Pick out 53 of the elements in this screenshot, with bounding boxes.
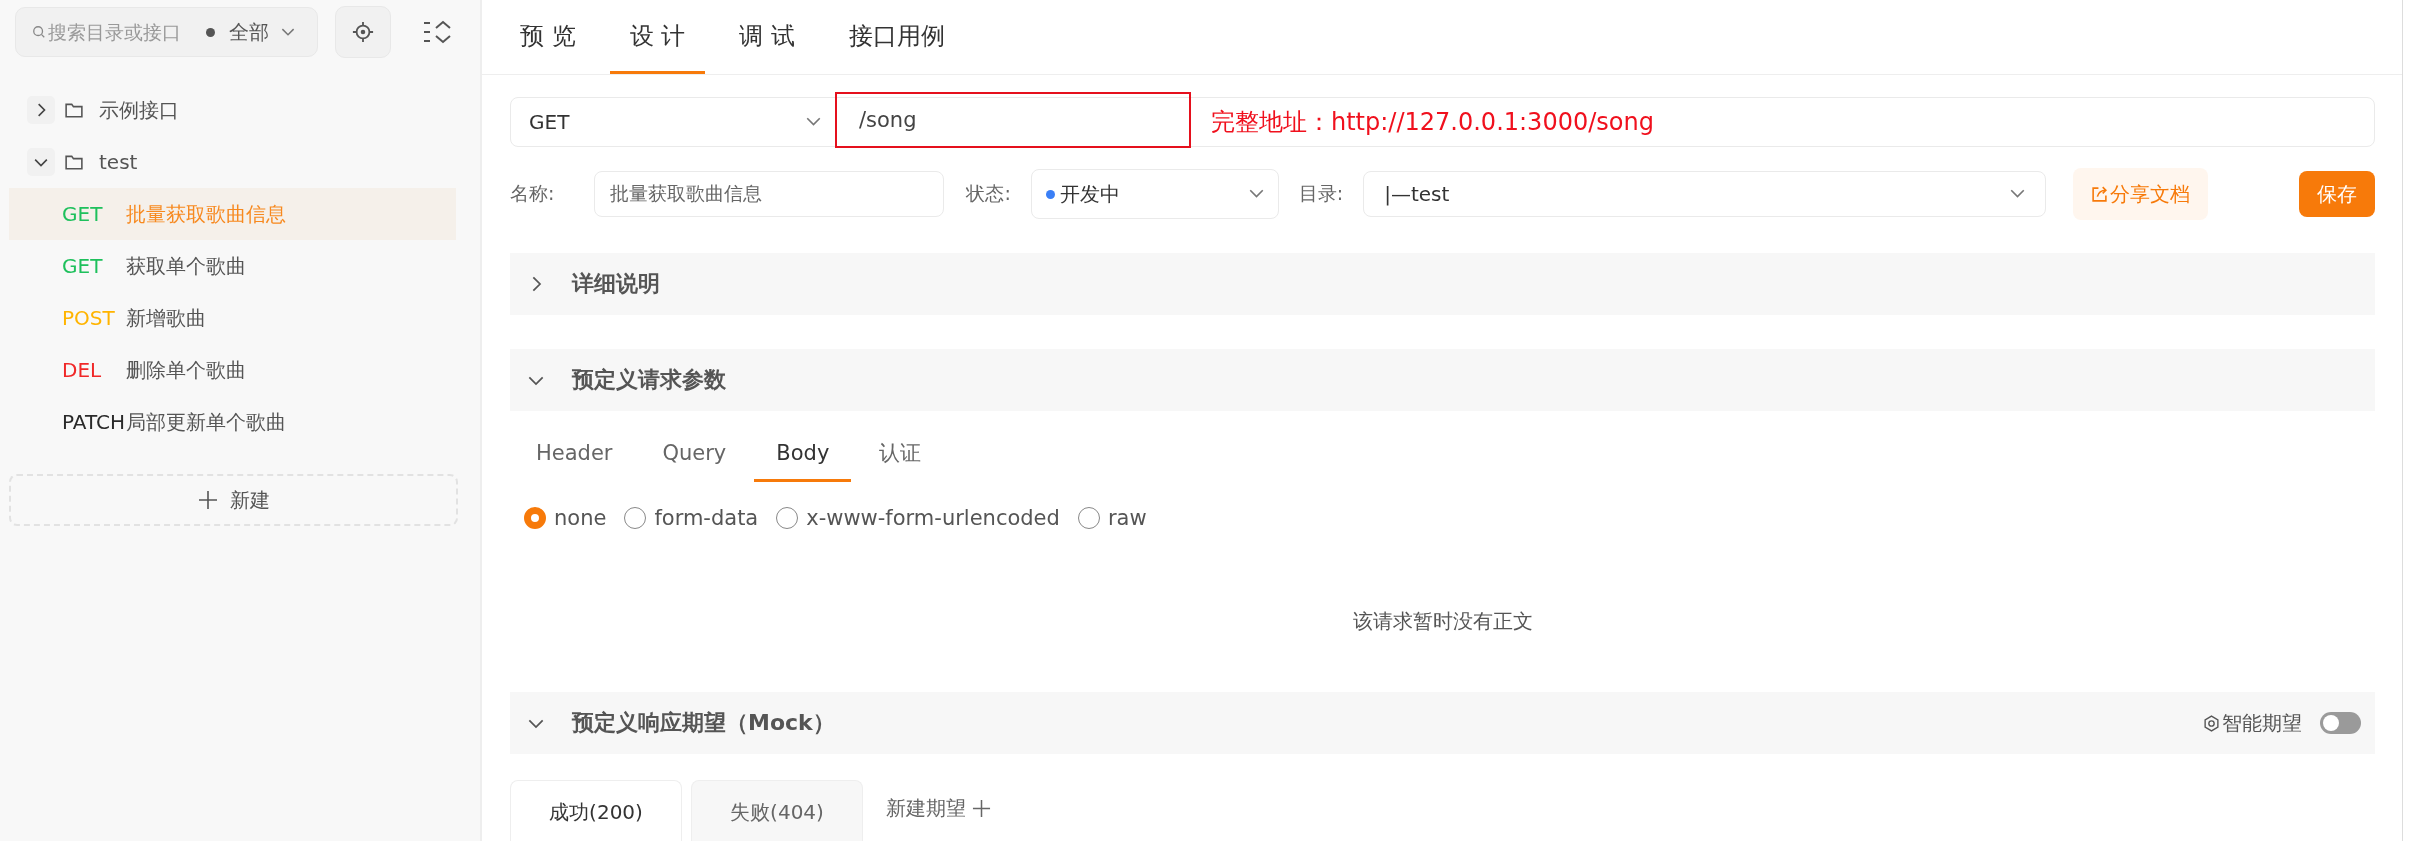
- tab[interactable]: 接口用例: [828, 0, 965, 74]
- new-button[interactable]: 新建: [9, 474, 458, 526]
- tab[interactable]: 预 览: [500, 0, 596, 74]
- tab[interactable]: 成功(200): [510, 780, 682, 841]
- hexagon-icon: [2203, 714, 2220, 732]
- tab[interactable]: Body: [754, 427, 852, 482]
- tab[interactable]: 失败(404): [691, 780, 863, 841]
- chevron-down-icon[interactable]: [27, 148, 55, 176]
- radio-option[interactable]: raw: [1077, 506, 1147, 530]
- section-header[interactable]: 详细说明: [510, 253, 2375, 315]
- collapse-all-icon[interactable]: [422, 20, 452, 44]
- status-label: 状态:: [966, 181, 1011, 206]
- filter-dropdown[interactable]: 全部: [229, 18, 269, 46]
- caret-icon: [2010, 189, 2026, 199]
- radio-option[interactable]: form-data: [624, 506, 759, 530]
- plus-icon: [197, 490, 218, 510]
- locate-button[interactable]: [335, 6, 391, 58]
- api-item[interactable]: PATCH局部更新单个歌曲: [9, 396, 456, 448]
- name-label: 名称:: [510, 181, 555, 206]
- tab[interactable]: 设 计: [609, 0, 706, 74]
- folder-label: 目录:: [1298, 181, 1344, 206]
- section-header[interactable]: 预定义请求参数: [510, 349, 2375, 411]
- radio-option[interactable]: none: [524, 506, 607, 530]
- radio-option[interactable]: x-www-form-urlencoded: [776, 506, 1060, 530]
- filter-dot-icon: [206, 27, 215, 37]
- status-dot-icon: [1045, 189, 1055, 199]
- api-item[interactable]: DEL 删除单个歌曲: [9, 344, 456, 396]
- api-item[interactable]: POST 新增歌曲: [9, 292, 456, 344]
- smart-mock-label: 智能期望: [2222, 709, 2302, 737]
- folder-icon: [65, 154, 83, 170]
- folder-icon: [65, 102, 83, 118]
- new-expectation-button[interactable]: 新建期望: [872, 780, 1005, 836]
- toggle-switch[interactable]: [2320, 712, 2361, 734]
- folder-item[interactable]: 示例接口: [0, 84, 456, 136]
- empty-message: 该请求暂时没有正文: [1351, 608, 1534, 635]
- caret-icon: [281, 27, 295, 37]
- folder-item[interactable]: test: [0, 136, 456, 188]
- folder-select[interactable]: |—test: [1363, 171, 2047, 217]
- crosshair-icon: [352, 21, 374, 43]
- name-field[interactable]: 批量获取歌曲信息: [594, 171, 945, 217]
- tab[interactable]: Header: [514, 427, 635, 482]
- tab[interactable]: 认证: [857, 427, 944, 482]
- chevron-right-icon[interactable]: [27, 96, 55, 124]
- status-select[interactable]: 开发中: [1030, 169, 1279, 219]
- search-field[interactable]: 搜索目录或接口 全部: [15, 7, 318, 57]
- plus-icon: [972, 798, 991, 818]
- section-header[interactable]: 预定义响应期望（Mock） 智能期望: [510, 692, 2375, 754]
- tab[interactable]: 调 试: [719, 0, 815, 74]
- api-item[interactable]: GET 获取单个歌曲: [9, 240, 456, 292]
- tab[interactable]: Query: [640, 427, 749, 482]
- caret-icon: [1248, 189, 1264, 199]
- search-icon: [32, 25, 46, 39]
- share-icon: [2091, 185, 2109, 203]
